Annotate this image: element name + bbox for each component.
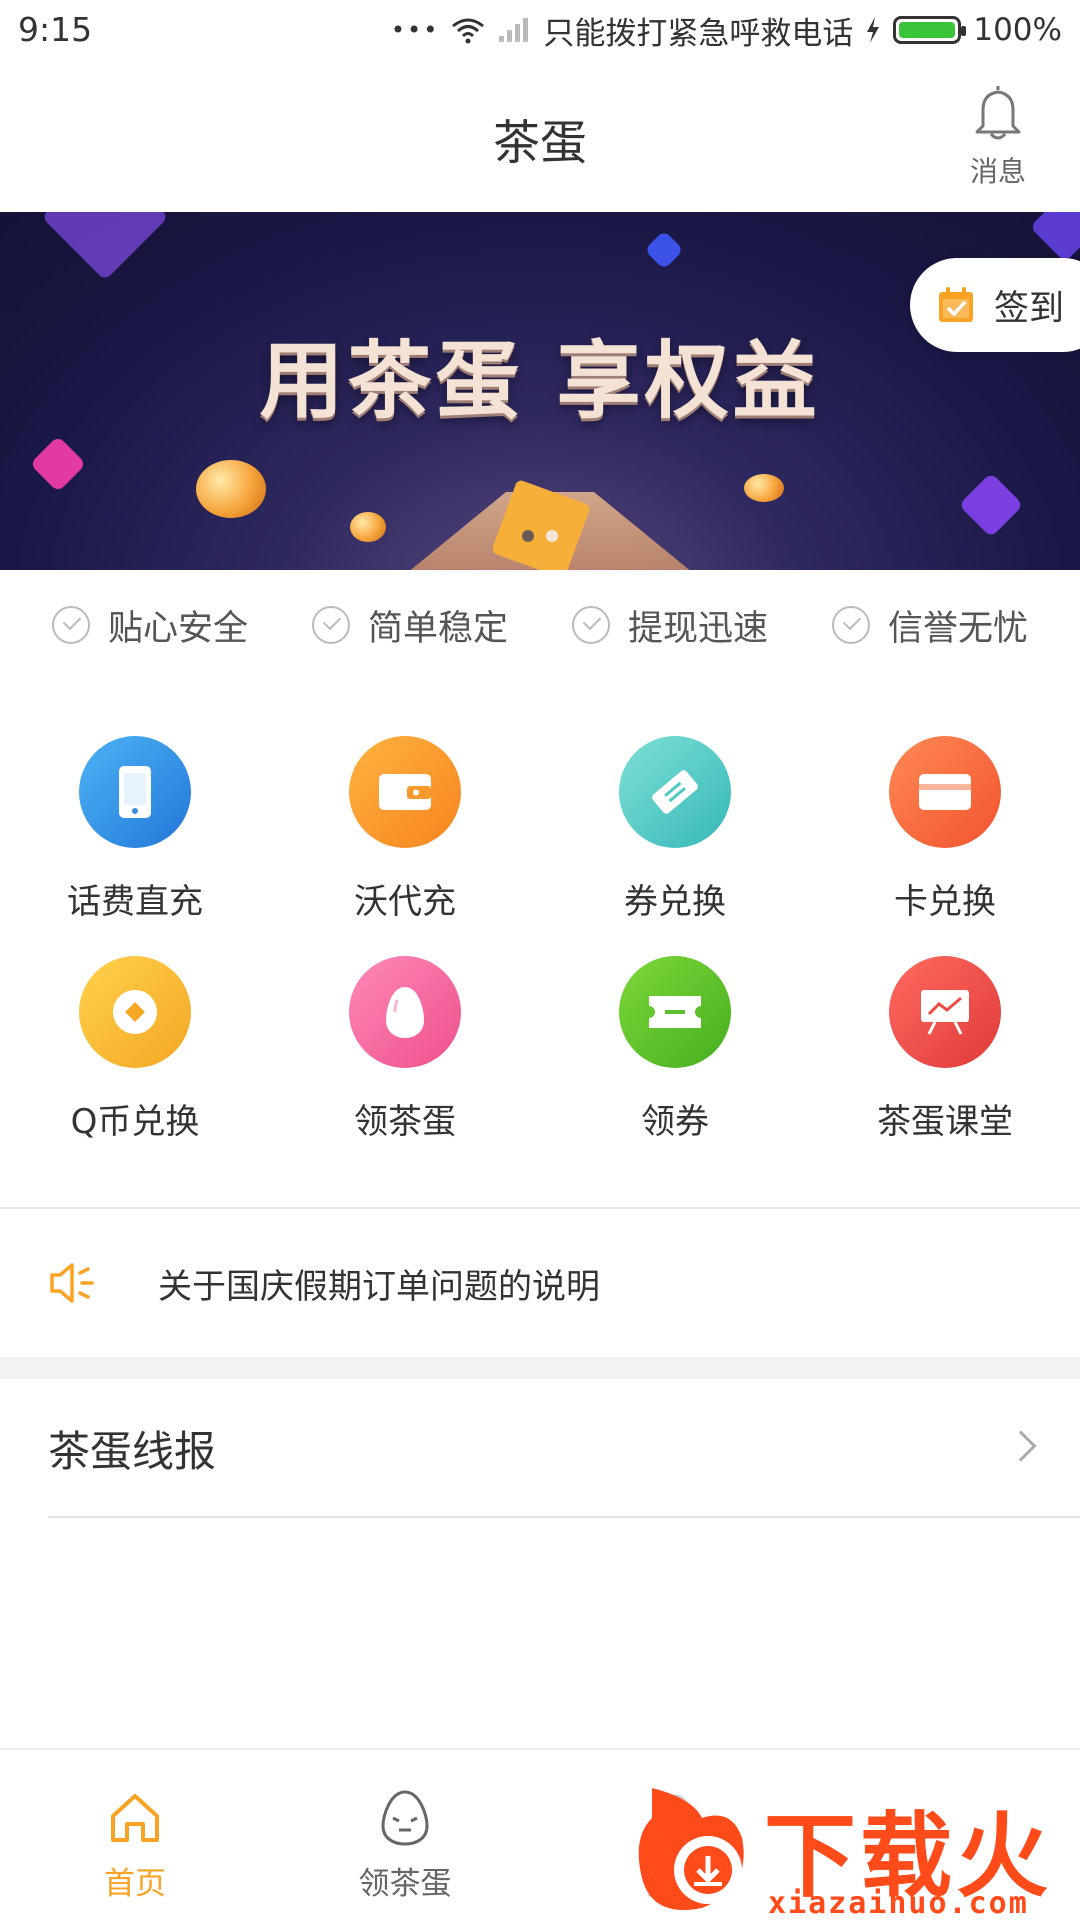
more-dots-icon: ••• — [390, 16, 440, 44]
page-title: 茶蛋 — [493, 116, 587, 171]
gem-decoration — [1029, 212, 1080, 263]
check-circle-icon — [571, 606, 610, 644]
service-coupon-exchange[interactable]: 券兑换 — [540, 720, 810, 922]
service-label: 沃代充 — [354, 882, 456, 922]
service-phone-recharge[interactable]: 话费直充 — [0, 720, 270, 922]
feature-item: 贴心安全 — [51, 600, 248, 651]
battery-icon — [893, 16, 967, 44]
feature-label: 简单稳定 — [367, 608, 508, 649]
service-label: 茶蛋课堂 — [877, 1102, 1013, 1142]
gem-decoration — [29, 435, 87, 493]
bell-icon — [975, 86, 1021, 140]
home-icon — [111, 1794, 159, 1842]
tab-label: 首页 — [104, 1866, 166, 1902]
service-get-tea-egg[interactable]: 领茶蛋 — [270, 940, 540, 1142]
charging-icon — [867, 17, 880, 43]
speaker-icon — [50, 1263, 94, 1303]
signal-icon — [499, 18, 529, 42]
check-circle-icon — [831, 606, 870, 644]
status-bar: 9:15 ••• 只能拨打紧急呼救电话 100% — [0, 0, 1080, 62]
ticket-icon — [619, 736, 731, 848]
service-label: 券兑换 — [624, 882, 726, 922]
section-gap — [0, 1357, 1080, 1379]
gem-decoration — [41, 212, 169, 281]
gem-decoration — [958, 472, 1024, 538]
promo-banner[interactable]: 用茶蛋 享权益 — [0, 212, 1080, 570]
feature-strip: 贴心安全 简单稳定 提现迅速 信誉无忧 — [0, 570, 1080, 680]
feature-item: 简单稳定 — [311, 600, 508, 651]
status-indicators: ••• 只能拨打紧急呼救电话 100% — [390, 10, 1062, 52]
battery-percent: 100% — [973, 12, 1062, 48]
service-label: 领券 — [641, 1102, 709, 1142]
wallet-icon — [349, 736, 461, 848]
signin-button[interactable]: 签到 — [910, 258, 1080, 352]
carrier-text: 只能拨打紧急呼救电话 — [543, 15, 854, 52]
coin-decoration — [744, 474, 784, 502]
news-title: 茶蛋线报 — [48, 1426, 217, 1476]
news-row[interactable]: 茶蛋线报 — [0, 1379, 1080, 1517]
messages-button[interactable]: 消息 — [958, 82, 1038, 190]
chevron-right-icon — [1005, 1430, 1037, 1462]
service-wo-recharge[interactable]: 沃代充 — [270, 720, 540, 922]
egg-icon — [349, 956, 461, 1068]
notice-bar[interactable]: 关于国庆假期订单问题的说明 — [0, 1209, 1080, 1357]
gem-decoration — [644, 230, 684, 270]
service-qcoin-exchange[interactable]: Q币兑换 — [0, 940, 270, 1142]
carousel-dot-active[interactable] — [522, 530, 534, 542]
service-card-exchange[interactable]: 卡兑换 — [810, 720, 1080, 922]
service-label: Q币兑换 — [70, 1102, 200, 1142]
service-tea-egg-class[interactable]: 茶蛋课堂 — [810, 940, 1080, 1142]
feature-label: 贴心安全 — [107, 608, 248, 649]
tab-label: 领茶蛋 — [358, 1866, 452, 1902]
watermark-domain: xiazaihuo.com — [768, 1886, 1029, 1920]
feature-label: 信誉无忧 — [887, 608, 1028, 649]
wifi-icon — [452, 18, 485, 44]
service-grid: 话费直充 沃代充 券兑换 卡兑换 Q币兑换 领茶蛋 领券 茶蛋课堂 — [0, 720, 1080, 1160]
card-icon — [889, 736, 1001, 848]
calendar-icon — [939, 287, 973, 322]
service-label: 话费直充 — [67, 882, 203, 922]
egg-face-icon — [381, 1790, 429, 1846]
notice-text: 关于国庆假期订单问题的说明 — [158, 1266, 600, 1307]
coin-icon — [79, 956, 191, 1068]
tab-get-tea-egg[interactable]: 领茶蛋 — [270, 1750, 540, 1920]
divider — [48, 1516, 1080, 1518]
service-label: 领茶蛋 — [354, 1102, 456, 1142]
feature-item: 信誉无忧 — [831, 600, 1028, 651]
coupon-icon — [619, 956, 731, 1068]
check-circle-icon — [311, 606, 350, 644]
coin-decoration — [196, 460, 266, 518]
coin-decoration — [350, 512, 386, 542]
carousel-dot[interactable] — [546, 530, 558, 542]
messages-label: 消息 — [969, 155, 1026, 188]
status-time: 9:15 — [18, 10, 93, 49]
phone-icon — [79, 736, 191, 848]
feature-label: 提现迅速 — [627, 608, 768, 649]
check-circle-icon — [51, 606, 90, 644]
app-header: 茶蛋 消息 — [0, 62, 1080, 212]
service-label: 卡兑换 — [894, 882, 996, 922]
feature-item: 提现迅速 — [571, 600, 768, 651]
signin-label: 签到 — [994, 288, 1065, 329]
presentation-icon — [889, 956, 1001, 1068]
watermark-logo: 下载火 xiazaihuo.com — [632, 1778, 1080, 1920]
tab-home[interactable]: 首页 — [0, 1750, 270, 1920]
service-get-coupon[interactable]: 领券 — [540, 940, 810, 1142]
